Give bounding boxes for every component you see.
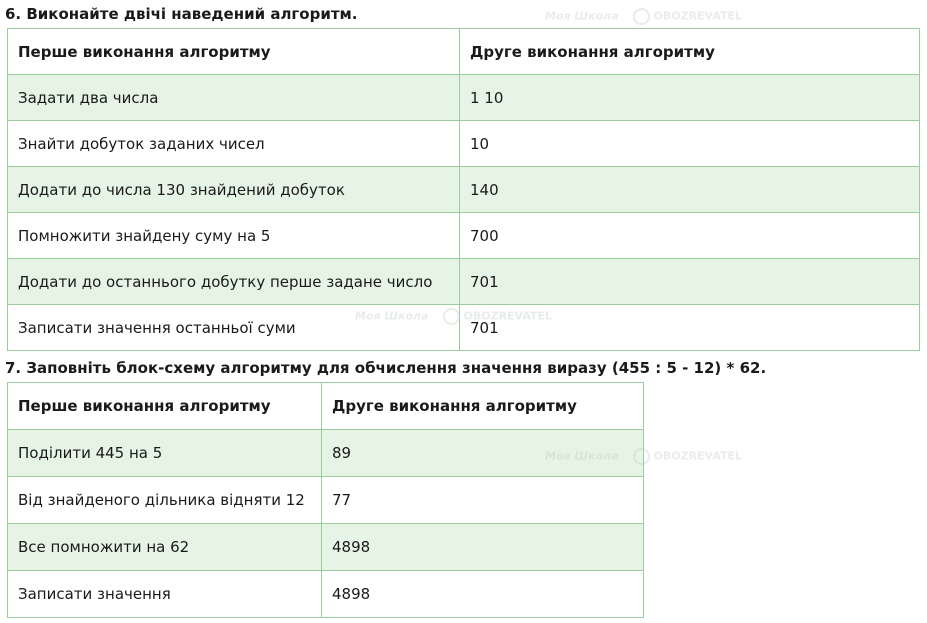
watermark-brand-a: Моя Школа <box>545 9 619 23</box>
result-cell: 1 10 <box>459 74 920 121</box>
step-cell: Додати до останнього добутку перше задан… <box>7 258 460 305</box>
step-cell: Записати значення <box>7 570 322 618</box>
table-row: Поділити 445 на 5 89 <box>7 429 644 477</box>
step-cell: Від знайденого дільника відняти 12 <box>7 476 322 524</box>
column-header-second-run: Друге виконання алгоритму <box>321 382 644 430</box>
table-header-row: Перше виконання алгоритму Друге виконанн… <box>7 382 644 430</box>
step-cell: Помножити знайдену суму на 5 <box>7 212 460 259</box>
step-cell: Знайти добуток заданих чисел <box>7 120 460 167</box>
step-cell: Задати два числа <box>7 74 460 121</box>
result-cell: 4898 <box>321 570 644 618</box>
table-row: Додати до числа 130 знайдений добуток 14… <box>7 166 920 213</box>
result-cell: 701 <box>459 258 920 305</box>
watermark-logo-icon <box>632 8 650 25</box>
step-cell: Додати до числа 130 знайдений добуток <box>7 166 460 213</box>
result-cell: 77 <box>321 476 644 524</box>
table-row: Знайти добуток заданих чисел 10 <box>7 120 920 167</box>
watermark-brand-b: OBOZREVATEL <box>653 9 743 23</box>
task-6-table: Перше виконання алгоритму Друге виконанн… <box>7 28 920 351</box>
table-header-row: Перше виконання алгоритму Друге виконанн… <box>7 28 920 75</box>
table-row: Помножити знайдену суму на 5 700 <box>7 212 920 259</box>
result-cell: 700 <box>459 212 920 259</box>
column-header-first-run: Перше виконання алгоритму <box>7 382 322 430</box>
task-7-title: 7. Заповніть блок-схему алгоритму для об… <box>5 359 767 377</box>
task-7-table: Перше виконання алгоритму Друге виконанн… <box>7 382 644 618</box>
table-row: Все помножити на 62 4898 <box>7 523 644 571</box>
column-header-first-run: Перше виконання алгоритму <box>7 28 460 75</box>
result-cell: 10 <box>459 120 920 167</box>
table-row: Записати значення 4898 <box>7 570 644 618</box>
task-6-title: 6. Виконайте двічі наведений алгоритм. <box>5 5 358 23</box>
step-cell: Записати значення останньої суми <box>7 304 460 351</box>
result-cell: 89 <box>321 429 644 477</box>
step-cell: Поділити 445 на 5 <box>7 429 322 477</box>
table-row: Записати значення останньої суми 701 <box>7 304 920 351</box>
table-row: Задати два числа 1 10 <box>7 74 920 121</box>
table-row: Додати до останнього добутку перше задан… <box>7 258 920 305</box>
column-header-second-run: Друге виконання алгоритму <box>459 28 920 75</box>
result-cell: 140 <box>459 166 920 213</box>
watermark: Моя Школа OBOZREVATEL <box>545 8 742 25</box>
step-cell: Все помножити на 62 <box>7 523 322 571</box>
table-row: Від знайденого дільника відняти 12 77 <box>7 476 644 524</box>
result-cell: 4898 <box>321 523 644 571</box>
result-cell: 701 <box>459 304 920 351</box>
watermark-brand-b: OBOZREVATEL <box>653 449 743 463</box>
